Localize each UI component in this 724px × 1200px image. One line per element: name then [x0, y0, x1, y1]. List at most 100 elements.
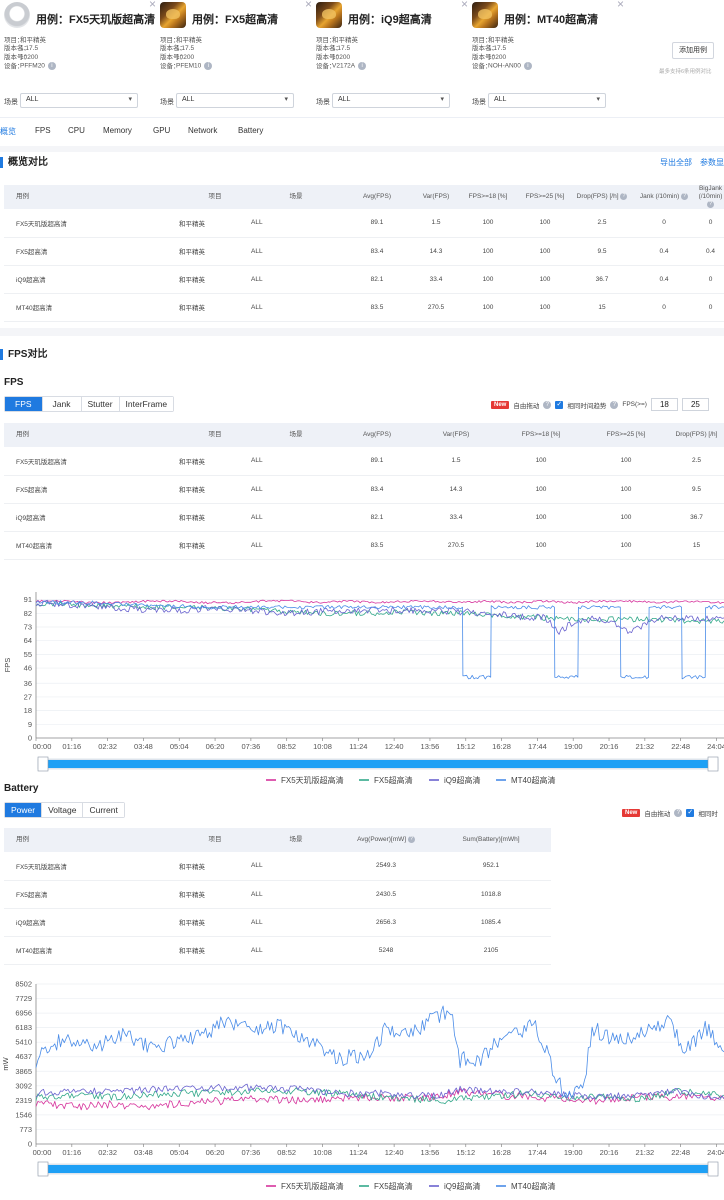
- power-chart: 0 773 1546 2319 3092 3865 4637 5410 6183 6956 7729…: [1, 980, 724, 1191]
- subtab-stutter[interactable]: Stutter: [81, 397, 120, 411]
- table-cell: 82.1: [341, 265, 413, 294]
- help-icon[interactable]: ?: [681, 193, 689, 200]
- info-icon[interactable]: i: [358, 62, 367, 71]
- table-cell: 83.4: [341, 237, 413, 266]
- subtab-current[interactable]: Current: [83, 803, 124, 817]
- slider-handle-left[interactable]: [37, 756, 49, 772]
- legend-label[interactable]: FX5超高清: [374, 775, 413, 785]
- table-cell: ALL: [251, 209, 341, 238]
- table-header-row: 用例 项目 场景 Avg(FPS) Var(FPS) FPS>=18 [%] FPS>=25…: [4, 423, 724, 447]
- card-info: 项目：和平精英 版本名：1.17.5 版本号：10200 设备：PFFM20 i: [4, 37, 56, 71]
- legend-label[interactable]: FX5天玑版超高清: [281, 775, 344, 785]
- help-icon[interactable]: ?: [407, 835, 415, 843]
- legend-label[interactable]: iQ9超高清: [444, 775, 480, 785]
- table-cell: 100: [517, 209, 573, 238]
- close-icon[interactable]: ×: [617, 0, 624, 11]
- project-value: 和平精英: [332, 37, 358, 44]
- close-icon[interactable]: ×: [305, 0, 312, 11]
- slider-handle-right[interactable]: [707, 756, 719, 772]
- time-range-slider[interactable]: [48, 760, 708, 768]
- fps-table: 用例 项目 场景 Avg(FPS) Var(FPS) FPS>=18 [%] FPS>=25…: [4, 423, 724, 560]
- info-icon[interactable]: i: [523, 62, 532, 71]
- subtab-interframe[interactable]: InterFrame: [119, 397, 174, 411]
- y-tick-label: 55: [24, 650, 32, 659]
- card-title: 用例：MT40超高清: [504, 14, 599, 26]
- x-tick-label: 05:04: [170, 1148, 189, 1157]
- free-drag-label[interactable]: 自由拖动: [513, 400, 539, 410]
- x-tick-label: 15:12: [456, 742, 475, 751]
- slider-handle-right[interactable]: [707, 1161, 719, 1177]
- help-icon[interactable]: ?: [707, 201, 714, 208]
- table-cell: 100: [499, 503, 583, 532]
- time-range-slider[interactable]: [48, 1165, 708, 1173]
- scene-select[interactable]: ALL ▾: [488, 93, 606, 108]
- tab-battery[interactable]: Battery: [238, 126, 263, 135]
- subtab-power[interactable]: Power: [5, 803, 43, 817]
- x-tick-label: 16:28: [492, 742, 511, 751]
- info-key: 版本名：: [316, 45, 342, 53]
- help-icon[interactable]: ?: [610, 400, 619, 409]
- same-time-checkbox[interactable]: ✓: [686, 809, 695, 817]
- help-icon[interactable]: ?: [543, 400, 552, 409]
- legend-label[interactable]: MT40超高清: [511, 775, 555, 785]
- tab-memory[interactable]: Memory: [103, 126, 132, 135]
- legend-label[interactable]: iQ9超高清: [444, 1181, 480, 1191]
- param-display-link[interactable]: 参数显: [700, 158, 724, 167]
- subtab-jank[interactable]: Jank: [42, 397, 82, 411]
- table-cell: 100: [459, 237, 517, 266]
- scene-label: 场景: [472, 99, 486, 106]
- table-cell: 和平精英: [179, 503, 251, 532]
- tab-gpu[interactable]: GPU: [153, 126, 170, 135]
- help-icon[interactable]: ?: [620, 193, 628, 200]
- scene-select[interactable]: ALL ▾: [332, 93, 450, 108]
- scene-select[interactable]: ALL ▾: [20, 93, 138, 108]
- free-drag-label[interactable]: 自由拖动: [644, 808, 670, 818]
- legend-label[interactable]: FX5超高清: [374, 1181, 413, 1191]
- table-cell: 5248: [341, 936, 431, 965]
- table-cell: FX5天玑版超高清: [4, 447, 179, 476]
- table-cell: 0: [697, 265, 724, 294]
- column-header: 用例: [16, 836, 29, 843]
- help-icon[interactable]: ?: [674, 809, 683, 817]
- info-icon[interactable]: i: [204, 62, 213, 71]
- table-cell: 和平精英: [179, 475, 251, 504]
- table-cell: 和平精英: [179, 936, 251, 965]
- subtab-voltage[interactable]: Voltage: [42, 803, 84, 817]
- overview-table: 用例 项目 场景 Avg(FPS) Var(FPS) FPS>=18 [%] FPS>=25…: [4, 185, 724, 322]
- tab-cpu[interactable]: CPU: [68, 126, 85, 135]
- legend-label[interactable]: FX5天玑版超高清: [281, 1181, 344, 1191]
- card-info: 项目：和平精英 版本名：1.17.5 版本号：10200 设备：PFEM10 i: [160, 37, 213, 71]
- column-header: Var(FPS): [442, 431, 470, 438]
- subtab-fps[interactable]: FPS: [5, 397, 43, 411]
- y-tick-label: 9: [28, 720, 32, 729]
- fps-threshold-1-input[interactable]: 18: [650, 398, 678, 411]
- column-header: Avg(Power)[mW] ?: [357, 835, 415, 844]
- new-badge: New: [491, 400, 510, 409]
- device-card: 用例：FX5天玑版超高清 × 项目：和平精英 版本名：1.17.5 版本号：10200 设…: [2, 0, 158, 116]
- legend-label[interactable]: MT40超高清: [511, 1181, 555, 1191]
- close-icon[interactable]: ×: [461, 0, 468, 11]
- export-all-link[interactable]: 导出全部: [660, 158, 692, 167]
- close-icon[interactable]: ×: [149, 0, 156, 11]
- info-icon[interactable]: i: [47, 62, 56, 71]
- slider-handle-left[interactable]: [37, 1161, 49, 1177]
- info-key: 版本名：: [4, 45, 30, 53]
- column-header: FPS>=18 [%]: [521, 431, 561, 438]
- y-tick-label: 91: [24, 595, 32, 604]
- y-tick-label: 64: [24, 636, 32, 645]
- scene-select[interactable]: ALL ▾: [176, 93, 294, 108]
- x-tick-label: 00:00: [33, 1148, 52, 1157]
- column-header: Jank (/10min) ?: [639, 193, 689, 201]
- x-tick-label: 02:32: [98, 742, 117, 751]
- y-tick-label: 6183: [15, 1023, 32, 1032]
- table-cell: ALL: [251, 908, 341, 937]
- project-value: 和平精英: [176, 37, 202, 44]
- fps-threshold-2-input[interactable]: 25: [681, 398, 709, 411]
- table-row: MT40超高清 和平精英 ALL 83.5 270.5 100 100 15: [4, 531, 724, 560]
- tab-fps[interactable]: FPS: [35, 126, 51, 135]
- tab-network[interactable]: Network: [188, 126, 217, 135]
- fps-subtitle: FPS: [4, 377, 24, 388]
- add-case-button[interactable]: 添加用例: [672, 42, 714, 59]
- same-time-checkbox[interactable]: ✓: [555, 400, 564, 409]
- tab-overview[interactable]: 概览: [0, 126, 16, 137]
